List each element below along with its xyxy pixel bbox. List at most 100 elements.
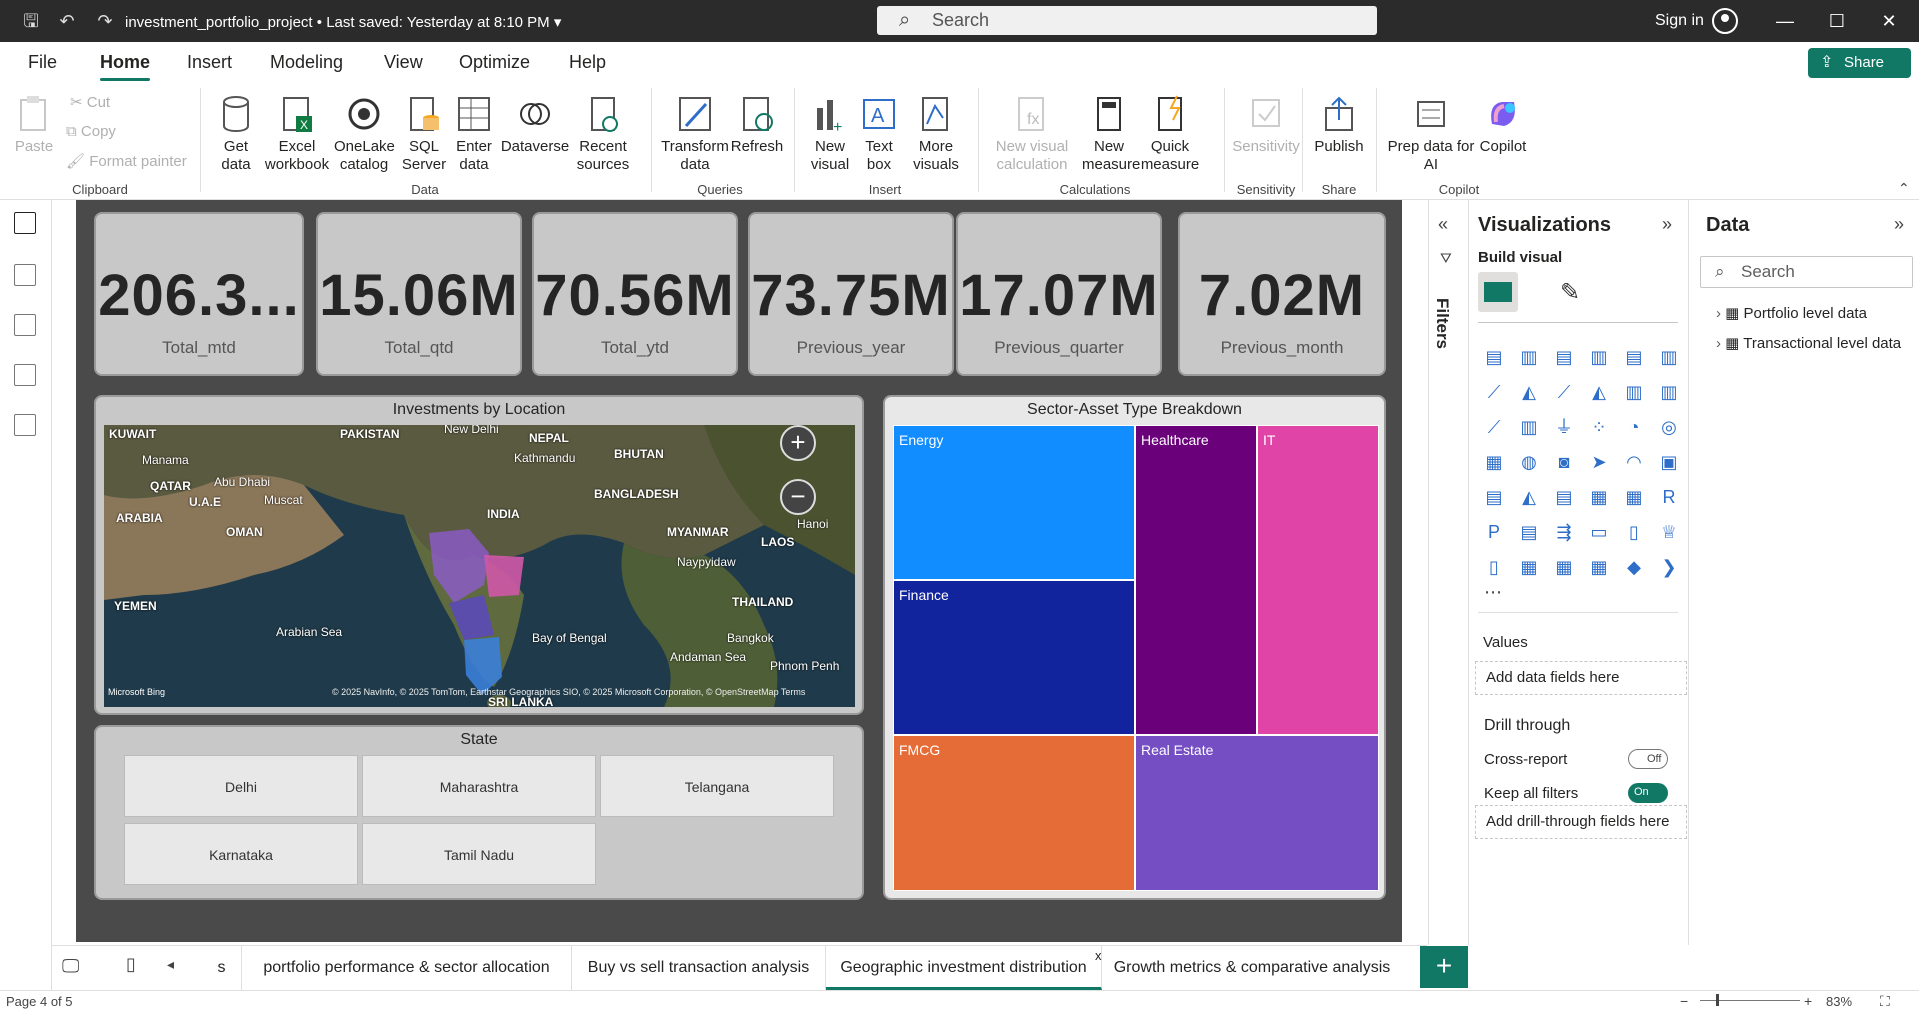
visual-type-icon[interactable]: ▦ bbox=[1482, 451, 1506, 473]
table-portfolio-level[interactable]: › ▦ Portfolio level data bbox=[1716, 304, 1867, 322]
visual-type-icon[interactable]: ◭ bbox=[1517, 381, 1541, 403]
table-view-icon[interactable] bbox=[14, 264, 36, 286]
visual-type-icon[interactable]: ◭ bbox=[1517, 486, 1541, 508]
format-visual-icon[interactable]: ✎ bbox=[1560, 278, 1580, 307]
menu-home[interactable]: Home bbox=[100, 52, 150, 73]
visual-type-icon[interactable]: ◠ bbox=[1622, 451, 1646, 473]
page-tab-active[interactable]: Geographic investment distribution bbox=[826, 946, 1102, 990]
publish-button[interactable]: Publish bbox=[1310, 94, 1368, 156]
zoom-in-button[interactable]: + bbox=[780, 425, 816, 461]
more-visuals-icon[interactable]: ⋯ bbox=[1484, 582, 1502, 603]
values-well[interactable]: Add data fields here bbox=[1475, 661, 1687, 695]
visual-type-icon[interactable]: ▯ bbox=[1622, 521, 1646, 543]
visual-type-icon[interactable]: ▥ bbox=[1517, 346, 1541, 368]
visual-type-icon[interactable]: ◍ bbox=[1517, 451, 1541, 473]
new-visual-button[interactable]: + New visual bbox=[806, 94, 854, 174]
visual-type-icon[interactable]: ▦ bbox=[1587, 486, 1611, 508]
zoom-slider[interactable] bbox=[1700, 1000, 1800, 1001]
visual-type-icon[interactable]: ▭ bbox=[1587, 521, 1611, 543]
visual-type-icon[interactable]: ▦ bbox=[1622, 486, 1646, 508]
kpi-card[interactable]: 7.02M Previous_month bbox=[1178, 212, 1386, 376]
avatar-icon[interactable] bbox=[1712, 8, 1738, 34]
page-tab[interactable]: Buy vs sell transaction analysis bbox=[572, 946, 826, 990]
treemap-tile-fmcg[interactable]: FMCG bbox=[893, 735, 1135, 891]
visual-type-icon[interactable]: ▤ bbox=[1622, 346, 1646, 368]
treemap-visual[interactable]: Sector-Asset Type Breakdown Energy Finan… bbox=[883, 395, 1386, 900]
chevron-right-icon[interactable]: › bbox=[1716, 335, 1721, 352]
undo-icon[interactable]: ↶ bbox=[56, 10, 78, 32]
new-visual-calculation-button[interactable]: fx New visual calculation bbox=[990, 94, 1074, 174]
visual-type-icon[interactable]: P bbox=[1482, 521, 1506, 543]
visual-type-icon[interactable]: ⁘ bbox=[1587, 416, 1611, 438]
visual-type-icon[interactable]: ▯ bbox=[1482, 556, 1506, 578]
visual-type-icon[interactable]: ⇶ bbox=[1552, 521, 1576, 543]
chevron-down-icon[interactable]: ▾ bbox=[554, 14, 562, 31]
visual-type-icon[interactable]: ▥ bbox=[1587, 346, 1611, 368]
desktop-layout-icon[interactable]: 🖵 bbox=[62, 956, 79, 977]
visual-type-icon[interactable]: ▦ bbox=[1587, 556, 1611, 578]
collapse-data-icon[interactable]: » bbox=[1894, 214, 1904, 235]
zoom-slider-thumb[interactable] bbox=[1716, 994, 1719, 1006]
visual-type-icon[interactable]: ⟋ bbox=[1482, 381, 1506, 403]
save-icon[interactable]: 🖫 bbox=[20, 10, 42, 32]
visual-type-icon[interactable]: ▥ bbox=[1657, 346, 1681, 368]
visual-type-icon[interactable]: ♕ bbox=[1657, 521, 1681, 543]
kpi-card[interactable]: 70.56M Total_ytd bbox=[532, 212, 738, 376]
paste-button[interactable]: Paste bbox=[12, 94, 56, 156]
copy-button[interactable]: ⧉ Copy bbox=[66, 123, 116, 141]
share-button[interactable]: Share bbox=[1808, 48, 1911, 78]
chevron-right-icon[interactable]: › bbox=[1716, 305, 1721, 322]
treemap-tile-finance[interactable]: Finance bbox=[893, 580, 1135, 735]
treemap-tile-healthcare[interactable]: Healthcare bbox=[1135, 425, 1257, 735]
zoom-out-icon[interactable]: − bbox=[1680, 993, 1688, 1009]
visual-type-icon[interactable]: ▣ bbox=[1657, 451, 1681, 473]
tmdl-view-icon[interactable] bbox=[14, 414, 36, 436]
copilot-button[interactable]: Copilot bbox=[1478, 94, 1528, 156]
visual-type-icon[interactable]: ⟋ bbox=[1552, 381, 1576, 403]
collapse-ribbon-icon[interactable]: ⌃ bbox=[1898, 180, 1910, 197]
model-view-icon[interactable] bbox=[14, 314, 36, 336]
visual-type-icon[interactable]: ◆ bbox=[1622, 556, 1646, 578]
dataverse-button[interactable]: Dataverse bbox=[500, 94, 570, 156]
more-visuals-button[interactable]: More visuals bbox=[904, 94, 968, 174]
visual-type-icon[interactable]: ❯ bbox=[1657, 556, 1681, 578]
expand-visualizations-icon[interactable]: » bbox=[1662, 214, 1672, 235]
search-box[interactable]: ⌕ Search bbox=[877, 6, 1377, 35]
kpi-card[interactable]: 73.75M Previous_year bbox=[748, 212, 954, 376]
file-title[interactable]: investment_portfolio_project • Last save… bbox=[125, 13, 561, 31]
enter-data-button[interactable]: Enter data bbox=[452, 94, 496, 174]
visual-type-icon[interactable]: ▤ bbox=[1482, 346, 1506, 368]
treemap-tile-real-estate[interactable]: Real Estate bbox=[1135, 735, 1379, 891]
text-box-button[interactable]: A Text box bbox=[858, 94, 900, 174]
sign-in-link[interactable]: Sign in bbox=[1655, 12, 1704, 30]
refresh-button[interactable]: Refresh bbox=[730, 94, 784, 156]
recent-sources-button[interactable]: Recent sources bbox=[570, 94, 636, 174]
menu-file[interactable]: File bbox=[28, 52, 57, 73]
excel-workbook-button[interactable]: X Excel workbook bbox=[262, 94, 332, 174]
kpi-card[interactable]: 206.3... Total_mtd bbox=[94, 212, 304, 376]
visual-type-icon[interactable]: ◙ bbox=[1552, 451, 1576, 473]
redo-icon[interactable]: ↷ bbox=[94, 10, 116, 32]
slicer-item-telangana[interactable]: Telangana bbox=[600, 755, 834, 817]
transform-data-button[interactable]: Transform data bbox=[660, 94, 730, 174]
prep-data-ai-button[interactable]: Prep data for AI bbox=[1384, 94, 1478, 174]
minimize-icon[interactable]: — bbox=[1770, 8, 1800, 34]
menu-optimize[interactable]: Optimize bbox=[459, 52, 530, 73]
keep-filters-toggle[interactable]: On bbox=[1628, 783, 1668, 803]
slicer-item-delhi[interactable]: Delhi bbox=[124, 755, 358, 817]
page-tab[interactable]: s bbox=[202, 946, 242, 990]
visual-type-icon[interactable]: ▤ bbox=[1552, 486, 1576, 508]
visual-type-icon[interactable]: ▤ bbox=[1517, 521, 1541, 543]
dax-query-icon[interactable] bbox=[14, 364, 36, 386]
menu-modeling[interactable]: Modeling bbox=[270, 52, 343, 73]
visual-type-icon[interactable]: ▤ bbox=[1482, 486, 1506, 508]
kpi-card[interactable]: 17.07M Previous_quarter bbox=[956, 212, 1162, 376]
zoom-in-icon[interactable]: + bbox=[1804, 993, 1812, 1009]
visual-type-icon[interactable]: ▥ bbox=[1657, 381, 1681, 403]
get-data-button[interactable]: Get data bbox=[208, 94, 264, 174]
scroll-left-icon[interactable]: ◂ bbox=[167, 956, 174, 973]
close-icon[interactable]: ✕ bbox=[1874, 8, 1904, 34]
slicer-item-maharashtra[interactable]: Maharashtra bbox=[362, 755, 596, 817]
visual-type-icon[interactable]: ▥ bbox=[1517, 416, 1541, 438]
page-tab[interactable]: portfolio performance & sector allocatio… bbox=[242, 946, 572, 990]
